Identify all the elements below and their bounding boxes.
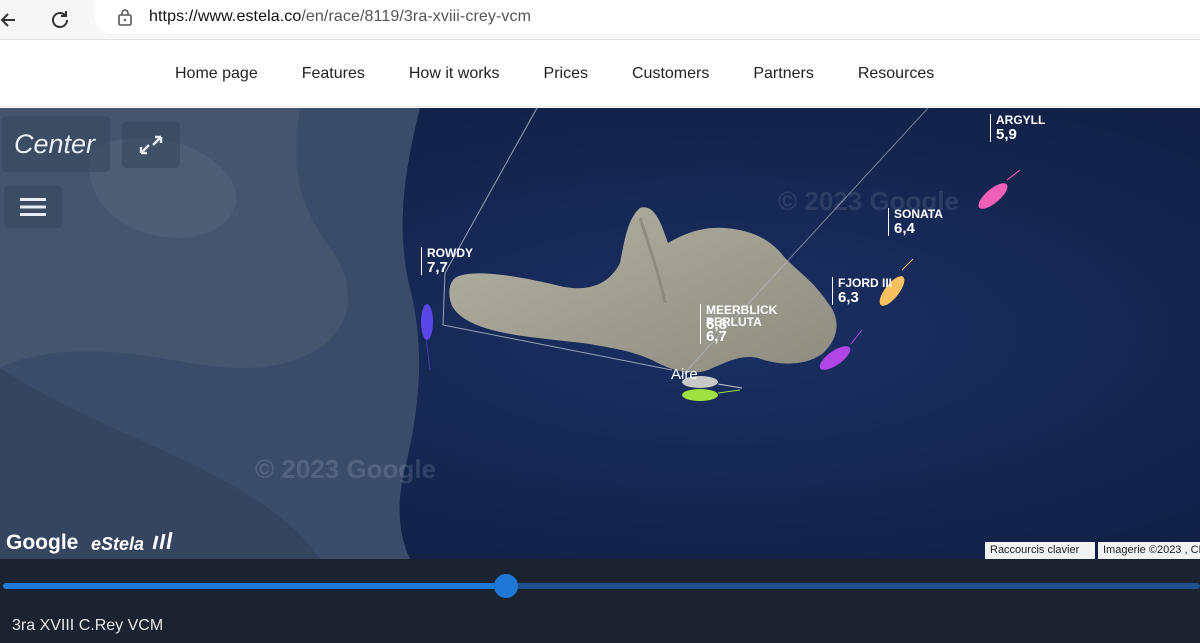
google-logo: Google [6, 531, 79, 554]
back-arrow-icon[interactable] [0, 5, 24, 35]
nav-item-features[interactable]: Features [302, 65, 365, 83]
center-map-button[interactable]: Center [2, 116, 110, 172]
satellite-map [0, 108, 1200, 559]
nav-item-partners[interactable]: Partners [753, 65, 813, 83]
nav-item-resources[interactable]: Resources [858, 65, 934, 83]
nav-item-customers[interactable]: Customers [632, 65, 709, 83]
site-navigation: Home page Features How it works Prices C… [0, 41, 1200, 107]
url-text: https://www.estela.co/en/race/8119/3ra-x… [149, 8, 532, 25]
imagery-attribution: Imagerie ©2023 , CN [1098, 542, 1200, 559]
layers-menu-button[interactable] [4, 186, 62, 228]
hamburger-menu-icon [20, 198, 46, 216]
nav-item-how-it-works[interactable]: How it works [409, 65, 500, 83]
boat-label-rowdy: ROWDY 7,7 [421, 247, 473, 276]
timeline-slider-handle[interactable] [493, 574, 518, 598]
address-bar[interactable]: https://www.estela.co/en/race/8119/3ra-x… [95, 0, 1200, 34]
boat-label-perluta: PERLUTA 6,7 [700, 316, 762, 345]
boat-label-argyll: ARGYLL 5,9 [990, 114, 1045, 143]
reload-icon[interactable] [45, 5, 75, 35]
estela-sails-icon [152, 532, 173, 550]
lock-icon [118, 9, 132, 26]
race-title: 3ra XVIII C.Rey VCM [12, 617, 164, 634]
estela-logo: eStela [91, 532, 174, 555]
nav-item-home[interactable]: Home page [175, 65, 258, 83]
race-map[interactable]: Center ROWDY 7,7 ARGYLL 5,9 SONATA 6,4 F… [0, 108, 1200, 559]
map-watermark-2: © 2023 Google [778, 186, 959, 216]
nav-item-prices[interactable]: Prices [544, 65, 588, 83]
timeline-progress [3, 583, 506, 589]
browser-toolbar: https://www.estela.co/en/race/8119/3ra-x… [0, 0, 1200, 40]
map-watermark: © 2023 Google [255, 454, 436, 484]
expand-icon [139, 135, 163, 155]
race-timeline: 3ra XVIII C.Rey VCM [0, 559, 1200, 643]
fullscreen-button[interactable] [122, 122, 180, 168]
keyboard-shortcuts-link[interactable]: Raccourcis clavier [985, 542, 1095, 559]
mark-label-aire: Aire [671, 366, 698, 383]
boat-label-fjord: FJORD III 6,3 [832, 277, 892, 306]
